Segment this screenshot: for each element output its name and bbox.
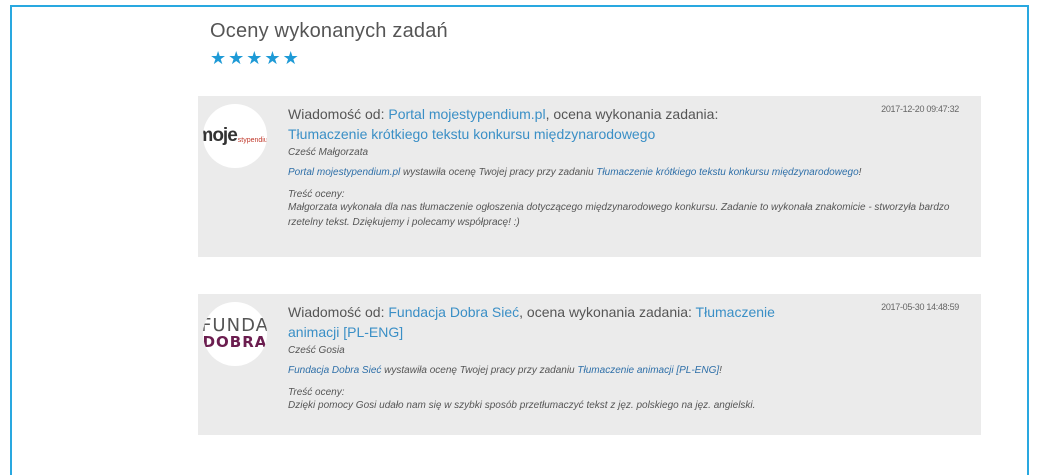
review-label: Treść oceny: — [288, 387, 345, 398]
sender-link[interactable]: Portal mojestypendium.pl — [388, 106, 545, 122]
rating-notice: Portal mojestypendium.pl wystawiła ocenę… — [288, 167, 862, 178]
review-label: Treść oceny: — [288, 189, 345, 200]
task-link[interactable]: Tłumaczenie krótkiego tekstu konkursu mi… — [288, 126, 655, 142]
sender-logo-avatar: FUNDA DOBRA — [203, 302, 267, 366]
task-link-inline[interactable]: Tłumaczenie animacji [PL-ENG] — [577, 365, 719, 376]
mojestypendium-logo: moje stypendium — [203, 125, 267, 146]
star-icon: ★ — [210, 48, 227, 69]
sender-link-inline[interactable]: Portal mojestypendium.pl — [288, 167, 400, 178]
greeting: Cześć Małgorzata — [288, 147, 369, 158]
sender-link-inline[interactable]: Fundacja Dobra Sieć — [288, 365, 381, 376]
review-timestamp: 2017-05-30 14:48:59 — [881, 302, 959, 312]
sender-logo-avatar: moje stypendium — [203, 104, 267, 168]
review-card: FUNDA DOBRA Wiadomość od: Fundacja Dobra… — [198, 294, 981, 435]
review-content: Wiadomość od: Fundacja Dobra Sieć, ocena… — [288, 302, 959, 413]
star-icon: ★ — [246, 48, 263, 69]
review-text: Małgorzata wykonała dla nas tłumaczenie … — [288, 202, 950, 228]
review-text: Dzięki pomocy Gosi udało nam się w szybk… — [288, 400, 756, 411]
fundacja-logo: FUNDA DOBRA — [203, 315, 267, 351]
rating-stars: ★ ★ ★ ★ ★ — [210, 50, 299, 68]
review-timestamp: 2017-12-20 09:47:32 — [881, 104, 959, 114]
review-content: Wiadomość od: Portal mojestypendium.pl, … — [288, 104, 959, 230]
review-card: moje stypendium Wiadomość od: Portal moj… — [198, 96, 981, 257]
rating-notice: Fundacja Dobra Sieć wystawiła ocenę Twoj… — [288, 365, 722, 376]
greeting: Cześć Gosia — [288, 345, 345, 356]
review-header: Wiadomość od: Fundacja Dobra Sieć, ocena… — [288, 304, 775, 340]
review-header: Wiadomość od: Portal mojestypendium.pl, … — [288, 106, 719, 142]
star-icon: ★ — [282, 48, 299, 69]
section-title: Oceny wykonanych zadań — [210, 20, 448, 42]
star-icon: ★ — [228, 48, 245, 69]
star-icon: ★ — [264, 48, 281, 69]
task-link-inline[interactable]: Tłumaczenie krótkiego tekstu konkursu mi… — [596, 167, 858, 178]
sender-link[interactable]: Fundacja Dobra Sieć — [388, 304, 519, 320]
